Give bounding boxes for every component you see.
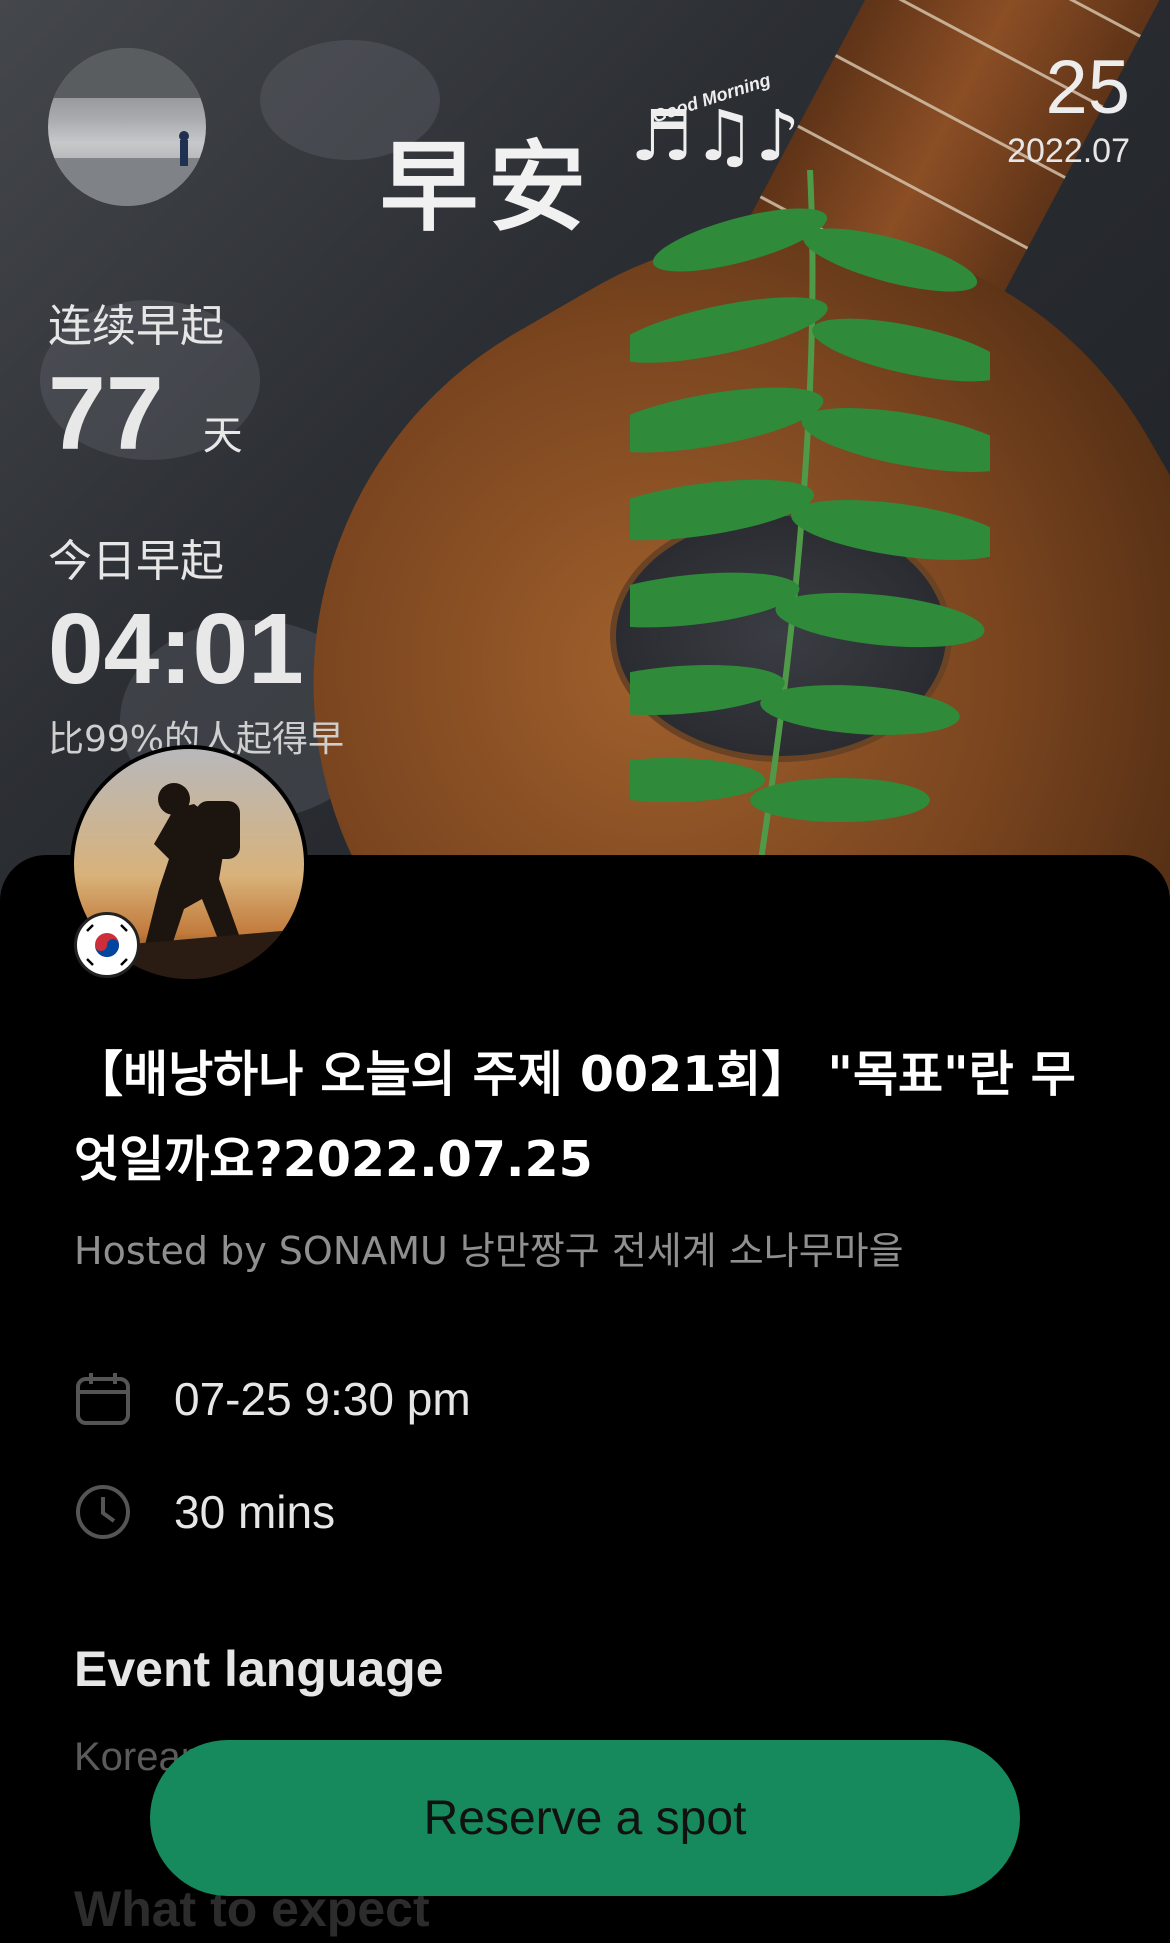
event-language-heading: Event language: [74, 1641, 444, 1697]
year-month: 2022.07: [1007, 132, 1130, 170]
calendar-icon: [76, 1373, 130, 1425]
event-duration: 30 mins: [174, 1486, 336, 1538]
streak-unit: 天: [202, 413, 243, 459]
user-avatar[interactable]: [48, 48, 206, 206]
event-duration-row: 30 mins: [74, 1483, 335, 1541]
streak-label: 连续早起: [48, 301, 224, 352]
fern-leaf-image: [630, 170, 990, 900]
clock-icon: [76, 1485, 130, 1539]
streak-value: 77 天: [48, 355, 243, 474]
lake-photo: [48, 48, 206, 206]
today-label: 今日早起: [48, 536, 224, 587]
music-notes-icon: ♬♫♪: [630, 95, 801, 177]
greeting-title: 早安: [380, 131, 597, 245]
streak-number: 77: [48, 356, 164, 472]
event-title: 【배낭하나 오늘의 주제 0021회】 "목표"란 무엇일까요?2022.07.…: [74, 1046, 1076, 1188]
today-time: 04:01: [48, 593, 304, 705]
event-datetime: 07-25 9:30 pm: [174, 1373, 471, 1425]
day-number: 25: [1045, 45, 1130, 130]
host-line[interactable]: Hosted by SONAMU 낭만짱구 전세계 소나무마을: [74, 1220, 904, 1275]
reserve-spot-button[interactable]: Reserve a spot: [150, 1740, 1020, 1896]
south-korea-flag-icon: [74, 912, 140, 978]
event-datetime-row: 07-25 9:30 pm: [74, 1370, 471, 1428]
